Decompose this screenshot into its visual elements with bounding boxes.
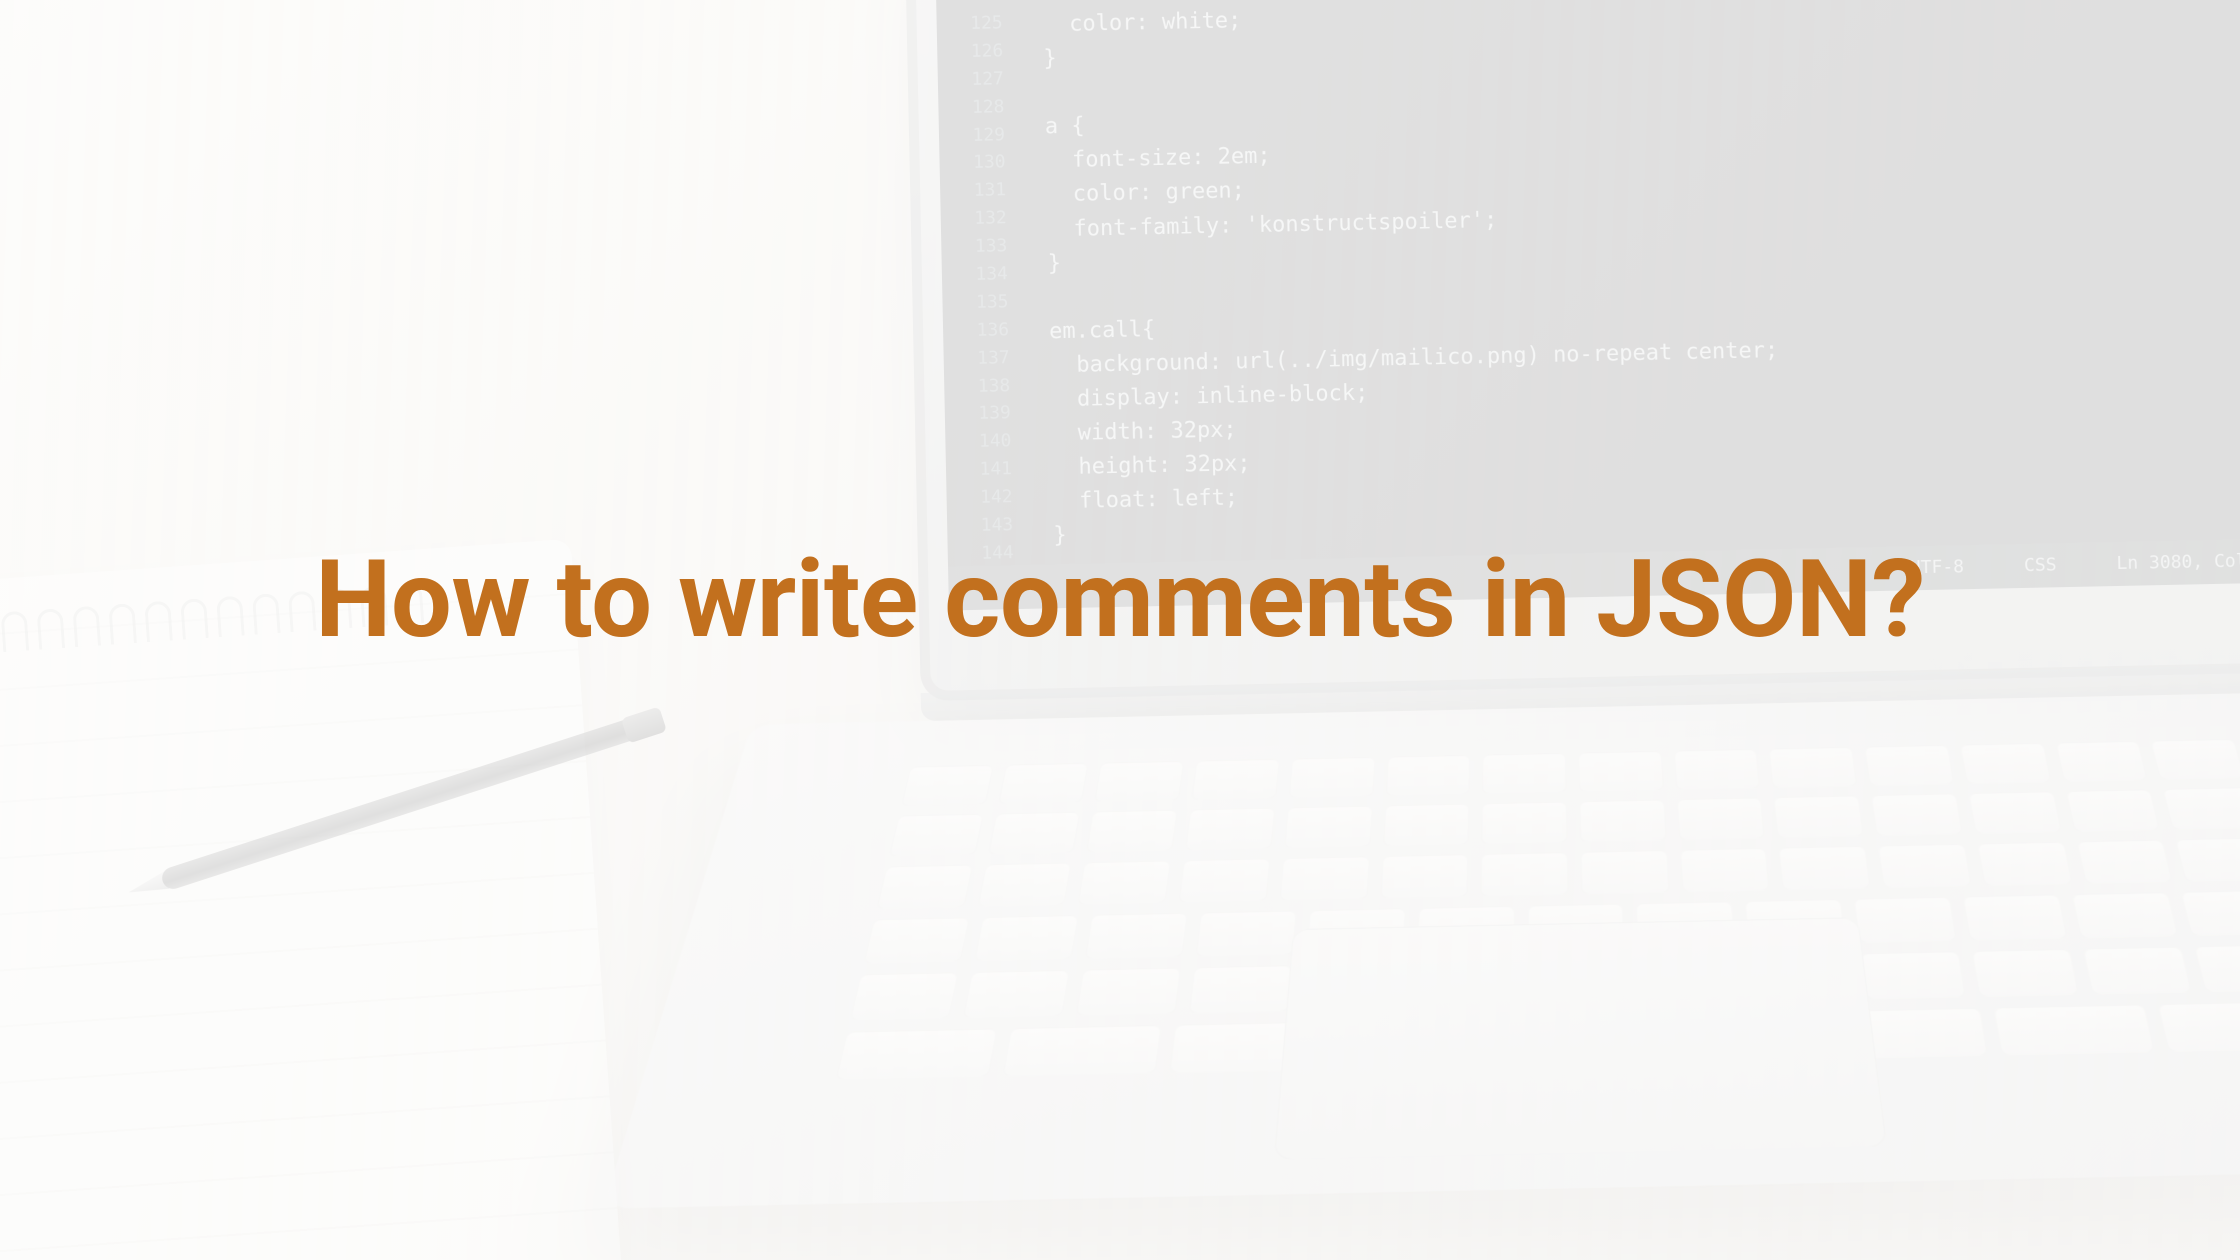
hero-image: 125 126 127 128 129 130 131 132 133 134 …	[0, 0, 2240, 1260]
white-overlay	[0, 0, 2240, 1260]
